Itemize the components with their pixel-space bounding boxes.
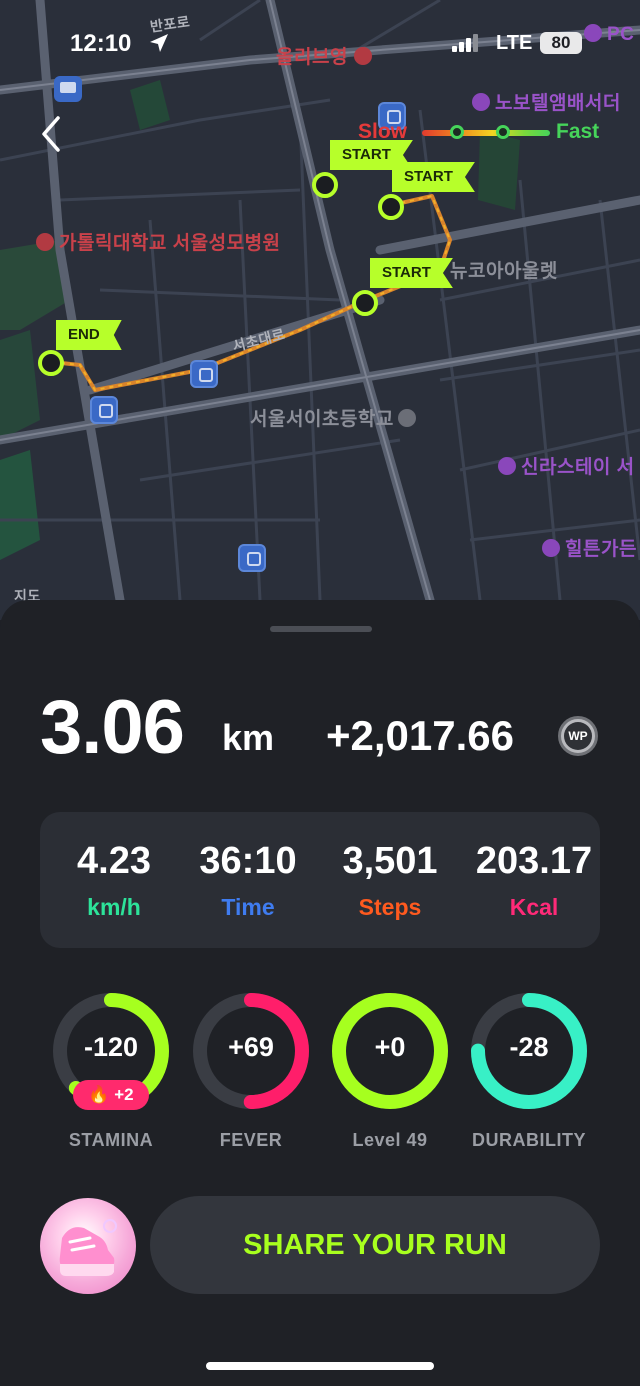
map-place-label: 가톨릭대학교 서울성모병원 [36,228,281,255]
start-marker[interactable] [352,290,378,316]
stat-value: 3,501 [342,840,438,882]
ring-value: +0 [374,1032,406,1062]
status-time: 12:10 [70,30,132,57]
stat-label: Time [221,894,275,920]
route-map[interactable]: 반포로 올리브영 노보텔앰배서더 가톨릭대학교 서울성모병원 서초대로 뉴코아아… [0,0,640,620]
map-place-label: 올리브영 [276,42,377,69]
ring-label: DURABILITY [472,1130,586,1150]
map-place-label: 힐튼가든 [542,534,637,561]
start-marker[interactable] [312,172,338,198]
map-place-label: 노보텔앰배서더 [472,88,621,115]
ring-value: +69 [228,1032,274,1062]
stat-value: 203.17 [475,840,593,882]
school-pin-icon [397,409,416,427]
wp-coin-icon: WP [558,716,598,756]
pc-pin-icon [584,24,602,42]
signal-icon [452,34,478,52]
shopping-pin-icon [353,47,372,65]
poi-icon [190,360,218,388]
hotel-pin-icon [542,539,560,557]
run-stats-panel: 4.23 km/h 36:10 Time 3,501 Steps 203.17 … [40,812,600,948]
ring-value: -120 [83,1032,139,1062]
stat-label: Steps [358,894,422,920]
map-place-label: 서울서이초등학교 [250,404,421,431]
battery-icon: 80 [540,32,582,54]
map-place-label: 신라스테이 서 [498,452,635,479]
poi-icon [90,396,118,424]
stamina-bonus-badge: 🔥 +2 [73,1080,149,1110]
poi-icon [238,544,266,572]
fever-ring: +69 [190,990,312,1112]
ring-label: FEVER [219,1130,283,1150]
durability-ring: -28 [468,990,590,1112]
hospital-pin-icon [36,233,54,251]
sheet-grabber[interactable] [270,626,372,632]
hotel-pin-icon [498,457,516,475]
location-arrow-icon [150,34,168,52]
network-type: LTE [496,32,533,54]
sneaker-avatar[interactable] [40,1198,136,1294]
map-place-label: PC [584,24,634,46]
sneaker-icon [59,1219,117,1276]
share-run-button[interactable]: SHARE YOUR RUN [150,1196,600,1294]
stat-value: 4.23 [77,840,151,882]
map-place-label: 뉴코아아울렛 [450,261,558,282]
ring-label: Level 49 [352,1130,428,1150]
legend-gradient [422,130,550,136]
ring-value: -28 [509,1032,549,1062]
back-arrow-icon[interactable] [34,114,70,154]
ring-label: STAMINA [68,1130,154,1150]
distance-value: 3.06 [40,685,185,770]
legend-marker [450,125,464,139]
wp-earned-value: +2,017.66 [326,712,515,759]
legend-fast-label: Fast [556,120,600,143]
distance-unit: km [222,717,275,758]
end-marker[interactable] [38,350,64,376]
stat-value: 36:10 [199,840,297,882]
home-indicator[interactable] [206,1362,434,1370]
run-summary-sheet: 3.06 km +2,017.66 WP 4.23 km/h 36:10 Tim… [0,600,640,1386]
level-ring: +0 [329,990,451,1112]
stat-label: km/h [87,894,141,920]
hotel-pin-icon [472,93,490,111]
legend-marker [496,125,510,139]
start-marker[interactable] [378,194,404,220]
stat-label: Kcal [509,894,559,920]
